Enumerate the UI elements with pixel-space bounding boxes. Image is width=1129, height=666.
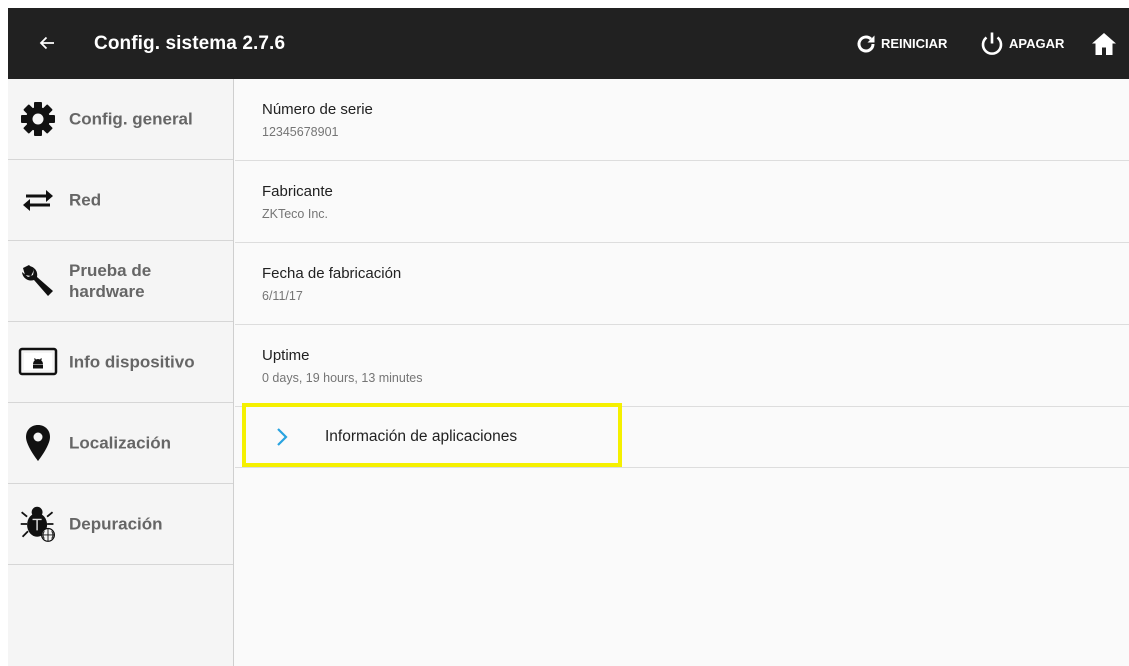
gear-icon (18, 99, 58, 139)
back-button[interactable] (30, 26, 64, 60)
sidebar-item-label: Red (69, 190, 102, 210)
system-config-screen: Config. sistema 2.7.6 REINICIAR APAGAR C… (8, 8, 1129, 666)
sidebar-item-location[interactable]: Localización (8, 403, 233, 484)
app-info-label: Información de aplicaciones (325, 428, 518, 445)
app-info-link[interactable]: Información de aplicaciones (235, 407, 1129, 468)
sidebar-item-label: Prueba de hardware (69, 261, 152, 301)
row-title: Fabricante (262, 183, 333, 200)
row-title: Fecha de fabricación (262, 265, 402, 282)
sidebar-item-label: Localización (69, 433, 172, 453)
chevron-right-icon (277, 428, 288, 446)
location-pin-icon (18, 423, 58, 463)
home-button[interactable] (1090, 8, 1118, 79)
reboot-label: REINICIAR (881, 36, 948, 51)
android-device-icon (18, 342, 58, 382)
page-title: Config. sistema 2.7.6 (94, 33, 286, 54)
power-off-button[interactable]: APAGAR (978, 8, 1064, 79)
sidebar-item-label: Info dispositivo (69, 352, 195, 372)
row-value: ZKTeco Inc. (262, 207, 328, 221)
settings-sidebar: Config. general Red Prueba de hardware I… (8, 79, 234, 666)
device-info-panel: Número de serie 12345678901 Fabricante Z… (235, 79, 1129, 666)
refresh-icon (857, 35, 875, 52)
uptime-row: Uptime 0 days, 19 hours, 13 minutes (235, 325, 1129, 407)
sidebar-item-device-info[interactable]: Info dispositivo (8, 322, 233, 403)
sidebar-item-label: Depuración (69, 514, 163, 534)
row-value: 6/11/17 (262, 289, 303, 303)
top-app-bar: Config. sistema 2.7.6 REINICIAR APAGAR (8, 8, 1129, 79)
power-off-label: APAGAR (1009, 36, 1065, 51)
row-value: 12345678901 (262, 125, 339, 139)
manufacture-date-row: Fecha de fabricación 6/11/17 (235, 243, 1129, 325)
row-value: 0 days, 19 hours, 13 minutes (262, 371, 423, 385)
manufacturer-row: Fabricante ZKTeco Inc. (235, 161, 1129, 243)
sidebar-item-label: Config. general (69, 109, 193, 129)
swap-arrows-icon (18, 180, 58, 220)
row-title: Uptime (262, 347, 310, 364)
sidebar-item-debug[interactable]: Depuración (8, 484, 233, 565)
sidebar-item-network[interactable]: Red (8, 160, 233, 241)
bug-icon (18, 504, 58, 544)
reboot-button[interactable]: REINICIAR (854, 8, 947, 79)
sidebar-item-hardware-test[interactable]: Prueba de hardware (8, 241, 233, 322)
home-icon (1092, 32, 1116, 55)
row-title: Número de serie (262, 101, 373, 118)
back-arrow-icon (39, 36, 54, 50)
serial-number-row: Número de serie 12345678901 (235, 79, 1129, 161)
wrench-icon (18, 261, 58, 301)
sidebar-item-general[interactable]: Config. general (8, 79, 233, 160)
power-icon (981, 32, 1003, 55)
